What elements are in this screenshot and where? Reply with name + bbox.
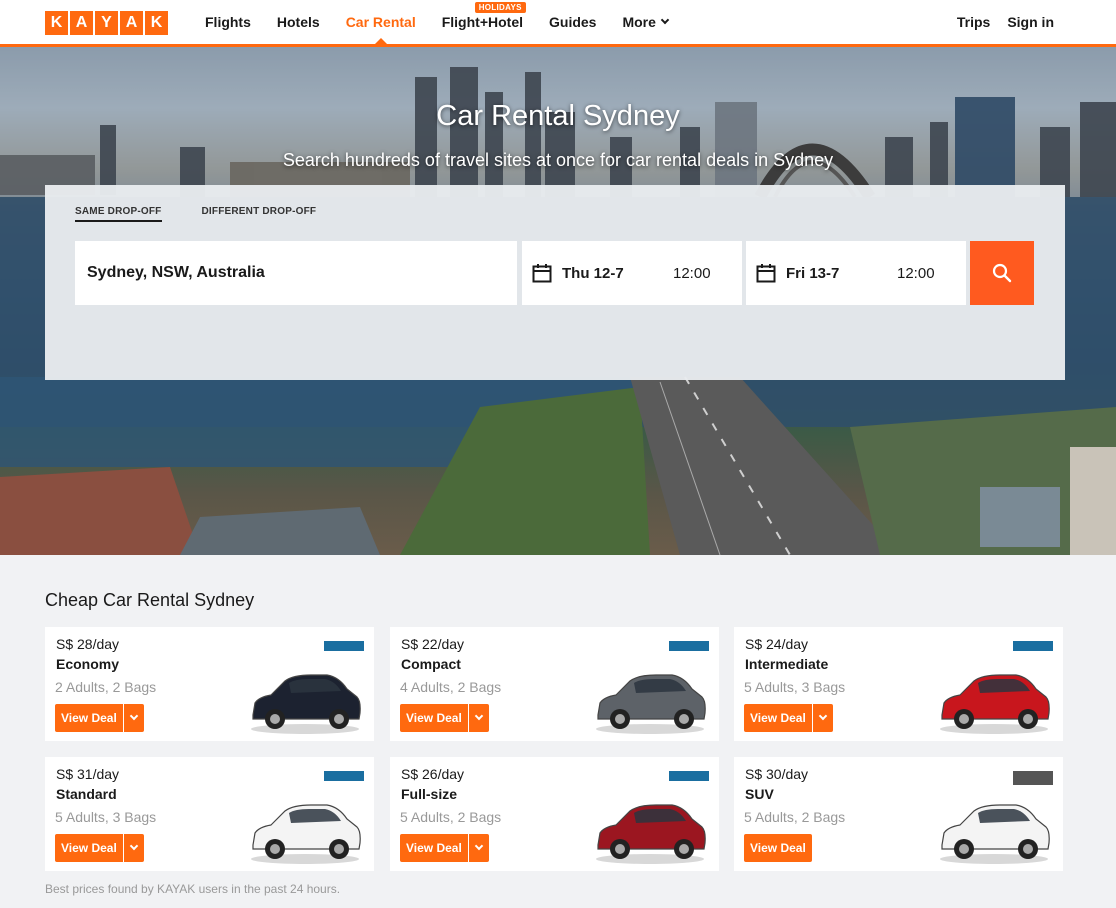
trips-link[interactable]: Trips — [957, 14, 990, 30]
calendar-icon — [532, 264, 552, 283]
chevron-down-icon — [660, 15, 670, 25]
deals-footnote: Best prices found by KAYAK users in the … — [45, 882, 341, 896]
sign-in-link[interactable]: Sign in — [1007, 14, 1054, 30]
tab-different-drop-off[interactable]: DIFFERENT DROP-OFF — [202, 206, 317, 222]
dropoff-tabs: SAME DROP-OFF DIFFERENT DROP-OFF — [75, 206, 316, 222]
car-capacity: 5 Adults, 3 Bags — [744, 679, 846, 695]
nav-flight-hotel-label: Flight+Hotel — [441, 14, 523, 30]
chevron-down-icon — [474, 841, 484, 851]
deal-card[interactable]: S$ 30/day SUV 5 Adults, 2 Bags View Deal — [734, 757, 1063, 871]
car-image — [251, 804, 361, 864]
calendar-icon — [756, 264, 776, 283]
view-deal-button[interactable]: View Deal — [55, 704, 144, 732]
pickup-time[interactable]: 12:00 — [673, 265, 711, 282]
provider-logo — [669, 771, 709, 781]
deal-options-dropdown[interactable] — [123, 704, 144, 732]
view-deal-label: View Deal — [55, 834, 123, 862]
logo-letter: K — [145, 11, 168, 35]
deal-card[interactable]: S$ 31/day Standard 5 Adults, 3 Bags View De… — [45, 757, 374, 871]
hero-subtitle: Search hundreds of travel sites at once … — [282, 150, 834, 170]
nav-guides[interactable]: Guides — [549, 0, 596, 44]
nav-flight-hotel[interactable]: Flight+Hotel HOLIDAYS — [441, 0, 526, 44]
view-deal-button[interactable]: View Deal — [744, 834, 812, 862]
chevron-down-icon — [474, 711, 484, 721]
deals-heading: Cheap Car Rental Sydney — [45, 590, 255, 610]
tab-same-drop-off[interactable]: SAME DROP-OFF — [75, 206, 162, 222]
top-nav-bar: K A Y A K Flights Hotels Car Rental Flig… — [0, 0, 1116, 47]
deal-price: S$ 22/day — [401, 636, 465, 652]
nav-flights[interactable]: Flights — [205, 0, 251, 44]
hero-title: Car Rental Sydney — [436, 100, 680, 132]
view-deal-button[interactable]: View Deal — [55, 834, 144, 862]
view-deal-label: View Deal — [744, 704, 812, 732]
car-image — [940, 674, 1050, 734]
dropoff-date-field[interactable]: Fri 13-7 12:00 — [746, 241, 966, 305]
main-nav: Flights Hotels Car Rental Flight+Hotel H… — [205, 0, 694, 44]
dropoff-date: Fri 13-7 — [786, 264, 840, 282]
car-class: Full-size — [401, 786, 458, 802]
car-capacity: 2 Adults, 2 Bags — [55, 679, 157, 695]
pickup-date: Thu 12-7 — [562, 264, 624, 282]
view-deal-label: View Deal — [55, 704, 123, 732]
deal-options-dropdown[interactable] — [468, 704, 489, 732]
deal-price: S$ 28/day — [56, 636, 120, 652]
deal-options-dropdown[interactable] — [812, 704, 833, 732]
account-nav: Trips Sign in — [957, 0, 1054, 44]
view-deal-label: View Deal — [744, 834, 812, 862]
view-deal-button[interactable]: View Deal — [400, 834, 489, 862]
logo-letter: K — [45, 11, 68, 35]
car-image — [596, 804, 706, 864]
provider-logo — [1013, 771, 1053, 785]
deal-card[interactable]: S$ 26/day Full-size 5 Adults, 2 Bags View D… — [390, 757, 719, 871]
logo-letter: Y — [95, 11, 118, 35]
car-image — [596, 674, 706, 734]
car-capacity: 5 Adults, 2 Bags — [400, 809, 502, 825]
logo-letter: A — [70, 11, 93, 35]
car-class: Intermediate — [745, 656, 829, 672]
search-icon — [992, 263, 1012, 283]
deal-price: S$ 26/day — [401, 766, 465, 782]
logo-letter: A — [120, 11, 143, 35]
view-deal-button[interactable]: View Deal — [400, 704, 489, 732]
car-image — [251, 674, 361, 734]
car-class: Compact — [401, 656, 461, 672]
search-button[interactable] — [970, 241, 1034, 305]
deal-card[interactable]: S$ 22/day Compact 4 Adults, 2 Bags View Dea… — [390, 627, 719, 741]
nav-more[interactable]: More — [622, 0, 670, 44]
provider-logo — [669, 641, 709, 651]
view-deal-button[interactable]: View Deal — [744, 704, 833, 732]
deal-price: S$ 30/day — [745, 766, 809, 782]
kayak-logo[interactable]: K A Y A K — [45, 11, 168, 35]
dropoff-time[interactable]: 12:00 — [897, 265, 935, 282]
chevron-down-icon — [818, 711, 828, 721]
pickup-date-field[interactable]: Thu 12-7 12:00 — [522, 241, 742, 305]
nav-more-label: More — [622, 14, 656, 30]
car-image — [940, 804, 1050, 864]
car-capacity: 4 Adults, 2 Bags — [400, 679, 502, 695]
deal-options-dropdown[interactable] — [468, 834, 489, 862]
chevron-down-icon — [129, 841, 139, 851]
car-class: Standard — [56, 786, 117, 802]
deal-card[interactable]: S$ 24/day Intermediate 5 Adults, 3 Bags Vie… — [734, 627, 1063, 741]
nav-hotels[interactable]: Hotels — [277, 0, 320, 44]
provider-logo — [1013, 641, 1053, 651]
car-search-form: SAME DROP-OFF DIFFERENT DROP-OFF Sydney,… — [45, 185, 1065, 380]
provider-logo — [324, 771, 364, 781]
view-deal-label: View Deal — [400, 704, 468, 732]
car-class: SUV — [745, 786, 774, 802]
deal-options-dropdown[interactable] — [123, 834, 144, 862]
deal-price: S$ 24/day — [745, 636, 809, 652]
chevron-down-icon — [129, 711, 139, 721]
pickup-location-input[interactable]: Sydney, NSW, Australia — [75, 241, 517, 305]
view-deal-label: View Deal — [400, 834, 468, 862]
provider-logo — [324, 641, 364, 651]
car-capacity: 5 Adults, 2 Bags — [744, 809, 846, 825]
deal-card[interactable]: S$ 28/day Economy 2 Adults, 2 Bags View Dea… — [45, 627, 374, 741]
car-capacity: 5 Adults, 3 Bags — [55, 809, 157, 825]
car-class: Economy — [56, 656, 120, 672]
nav-car-rental[interactable]: Car Rental — [346, 0, 416, 44]
holidays-badge: HOLIDAYS — [474, 2, 526, 13]
deal-price: S$ 31/day — [56, 766, 120, 782]
